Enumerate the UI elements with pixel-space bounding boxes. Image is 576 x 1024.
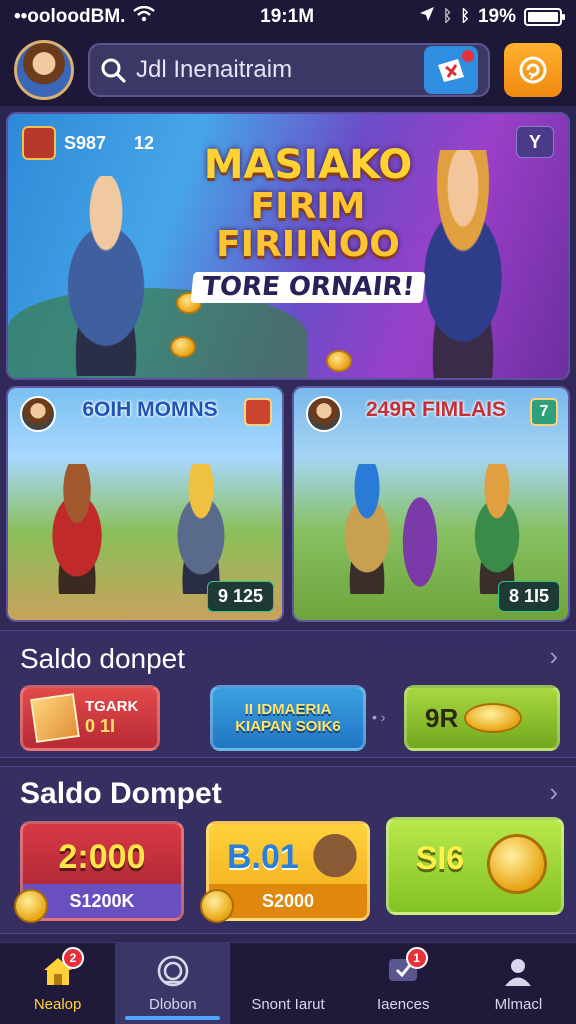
wifi-icon [133,5,156,28]
medal-icon [487,834,547,894]
blank-icon [271,954,305,988]
reward-pill-text: II IDMAERIA KIAPAN SOIK6 [235,701,341,736]
reward-pill-value: 9R [425,702,459,733]
nav-label: Nealop [33,996,82,1013]
user-avatar[interactable] [14,40,74,100]
game-avatar [306,396,342,432]
game-character-figure [454,464,540,594]
nav-badge: 1 [405,947,428,969]
wallet-card-green[interactable]: SI6 [386,817,564,915]
target-icon [156,954,190,988]
carrier-text: ••ooloodBM. [14,6,126,27]
promo-ticket-button[interactable] [424,46,478,94]
chest-icon [22,126,56,160]
coin-button[interactable] [504,43,562,97]
gold-bar-icon [464,703,523,733]
wallet-card-value: SI6 [415,840,465,876]
hero-title: MASIAKO FIRIM FIRIINOO TORE ORNAIR! [178,144,438,303]
status-right: ᛒ ᛒ 19% [419,6,565,28]
status-left: ••ooloodBM. [14,5,156,28]
coin-icon [200,889,234,923]
hero-banner[interactable]: S987 12 Y MASIAKO FIRIM FIRIINOO TORE OR… [6,112,570,380]
reward-pill-line1: II IDMAERIA [244,700,332,718]
battery-percent: 19% [477,6,516,27]
nav-label: Snont Iarut [251,996,325,1013]
nav-messages[interactable]: 1 Iaences [346,943,461,1024]
game-card[interactable]: 6OIH MOMNS 9 125 [6,386,284,622]
hero-title-line3: TORE ORNAIR! [190,271,426,303]
search-bar[interactable]: Jdl Inenaitraim [88,43,490,97]
nav-home[interactable]: 2 Nealop [0,943,115,1024]
chest-icon [30,693,80,743]
game-avatar [20,396,56,432]
hero-warrior-figure [36,176,176,376]
hero-corner-button[interactable]: Y [516,126,554,158]
top-header: Jdl Inenaitraim [0,34,576,106]
wallet-section-1: Saldo donpet › TGARK 0 1I II IDMAERIA KI… [0,630,576,758]
chevron-right-icon[interactable]: › [549,641,558,672]
search-icon [100,57,126,83]
chevron-right-icon[interactable]: › [549,777,558,808]
ticket-icon [438,59,464,82]
section-title: Saldo Dompet [20,777,222,810]
coin-decoration [326,350,352,372]
battery-icon [524,8,565,26]
game-chest-icon [244,398,272,426]
game-price-badge: 8 1I5 [497,581,560,612]
reward-pill-red[interactable]: TGARK 0 1I [20,685,160,751]
coin-icon [14,889,48,923]
wallet-card-value: B.01 [227,838,299,876]
clock: 19:1M [260,6,315,27]
dots-arrow-icon: • › [372,709,386,725]
nav-tournament[interactable]: Snont Iarut [230,943,345,1024]
nav-label: Mlmacl [494,996,543,1013]
coin-icon [519,56,547,84]
wallet-card-value: 2:000 [58,838,146,876]
game-character-figure [34,464,120,594]
reward-pill-line2: 0 1I [85,716,116,737]
search-input[interactable]: Jdl Inenaitraim [136,56,414,84]
game-creature-figure [390,464,450,594]
bluetooth-icon: ᛒ [442,8,453,25]
game-title: 6OIH MOMNS [82,398,218,421]
hero-score-badge: S987 12 [22,126,154,160]
hero-badge-text: S987 [64,132,107,153]
game-card[interactable]: 249R FIMLAIS 7 8 1I5 [292,386,570,622]
location-icon [419,6,435,28]
bottom-nav: 2 Nealop Dlobon Snont Iarut 1 Iaences Ml… [0,942,576,1024]
game-price-badge: 9 125 [206,581,274,612]
nav-profile[interactable]: Mlmacl [461,943,576,1024]
reward-pill-text: TGARK 0 1I [85,698,138,738]
reward-pill-blue[interactable]: II IDMAERIA KIAPAN SOIK6 [210,685,366,751]
game-character-figure [158,464,244,594]
hero-badge-count: 12 [134,132,155,153]
profile-icon [501,954,535,988]
section-title: Saldo donpet [20,643,186,674]
nav-label: Dlobon [149,996,197,1013]
wallet-section-2: Saldo Dompet › 2:000 S1200K B.01 S2000 S… [0,766,576,934]
reward-pill-green[interactable]: 9R [404,685,560,751]
reward-pill-line1: TGARK [85,698,139,716]
status-bar: ••ooloodBM. 19:1M ᛒ ᛒ 19% [0,0,576,34]
nav-badge: 2 [62,947,84,969]
game-corner-badge: 7 [530,398,558,426]
hero-title-line2: FIRIM FIRIINOO [216,186,400,265]
hero-title-line1: MASIAKO [203,142,413,188]
bluetooth-icon-2: ᛒ [460,8,470,25]
coin-decoration [170,336,196,358]
game-title: 249R FIMLAIS [365,398,507,421]
reward-pill-line2: KIAPAN SOIK6 [235,718,341,735]
nav-discover[interactable]: Dlobon [115,943,231,1024]
notification-dot [462,50,474,62]
nav-label: Iaences [376,996,430,1013]
